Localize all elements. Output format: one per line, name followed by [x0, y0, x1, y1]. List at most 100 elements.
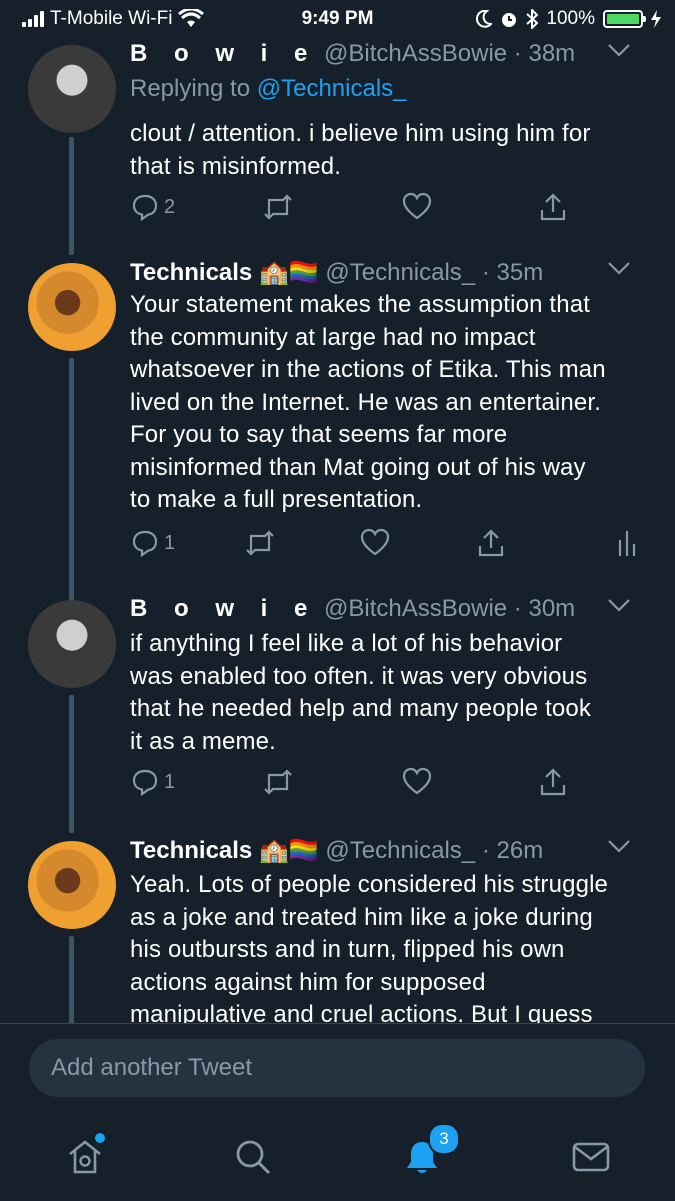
tweet-text-line: clout / attention. i believe him using h…	[130, 120, 591, 147]
share-button[interactable]	[476, 528, 506, 558]
share-button[interactable]	[538, 192, 568, 222]
tweet-time: 35m	[496, 259, 544, 286]
user-handle[interactable]: @Technicals_	[325, 837, 475, 864]
retweet-button[interactable]	[262, 192, 294, 222]
tweet-text-line: For you to say that seems far more	[130, 421, 508, 448]
analytics-icon	[618, 531, 636, 556]
tweet-time: 26m	[496, 837, 544, 864]
avatar[interactable]	[28, 841, 116, 929]
reply-count: 1	[164, 770, 176, 793]
search-icon	[236, 1140, 271, 1175]
thread-timeline[interactable]: B o w i e @BitchAssBowie · 38m Replying …	[0, 40, 675, 1023]
status-bar: T-Mobile Wi-Fi 9:49 PM 100%	[0, 0, 675, 40]
home-icon	[69, 1140, 101, 1174]
share-icon	[478, 529, 504, 557]
share-icon	[540, 193, 566, 221]
add-tweet-input[interactable]: Add another Tweet	[29, 1039, 645, 1097]
replying-to: Replying to @Technicals_	[130, 75, 407, 103]
tweet-text-line: his outbursts and in turn, flipped his o…	[130, 936, 565, 963]
thread-line	[69, 137, 74, 255]
tweet-text-line: that is misinformed.	[130, 152, 342, 180]
avatar[interactable]	[28, 45, 116, 133]
tab-bar: 3	[0, 1123, 675, 1189]
reply-icon	[132, 194, 158, 222]
tab-messages[interactable]	[563, 1129, 619, 1185]
tweet-text-line: it as a meme.	[130, 727, 276, 755]
user-handle[interactable]: @BitchAssBowie	[324, 595, 507, 622]
display-name[interactable]: Technicals	[130, 837, 252, 864]
replying-to-label: Replying to	[130, 75, 257, 102]
display-name[interactable]: B o w i e	[130, 40, 317, 67]
tab-notifications[interactable]: 3	[394, 1123, 460, 1185]
retweet-icon	[264, 194, 292, 220]
retweet-icon	[246, 530, 274, 556]
heart-icon	[402, 767, 432, 795]
thread-line	[69, 358, 74, 603]
charging-icon	[651, 10, 661, 28]
bluetooth-icon	[526, 9, 539, 29]
tweet-text: clout / attention. i believe him using h…	[130, 118, 660, 183]
avatar[interactable]	[28, 263, 116, 351]
tweet-text-line: misinformed than Mat going out of his wa…	[130, 453, 586, 481]
retweet-button[interactable]	[244, 528, 276, 558]
like-button[interactable]	[360, 528, 390, 556]
chevron-down-icon[interactable]	[607, 260, 631, 276]
tweet-text: Yeah. Lots of people considered his stru…	[130, 869, 660, 1023]
chevron-down-icon[interactable]	[607, 597, 631, 613]
battery-percent: 100%	[546, 8, 595, 29]
like-button[interactable]	[402, 192, 432, 220]
tab-search[interactable]	[225, 1129, 281, 1185]
reply-button[interactable]: 2	[130, 192, 175, 222]
user-handle[interactable]: @BitchAssBowie	[324, 40, 507, 67]
tweet-actions: 1	[130, 767, 650, 801]
share-button[interactable]	[538, 767, 568, 797]
tweet-text-line: Yeah. Lots of people considered his stru…	[130, 871, 609, 898]
bottom-panel: Add another Tweet 3	[0, 1023, 675, 1201]
reply-count: 1	[164, 531, 176, 554]
retweet-button[interactable]	[262, 767, 294, 797]
mail-icon	[572, 1142, 610, 1172]
heart-icon	[402, 192, 432, 220]
avatar[interactable]	[28, 600, 116, 688]
tweet-text: if anything I feel like a lot of his beh…	[130, 628, 660, 758]
tweet-text-line: was enabled too often. it was very obvio…	[130, 662, 588, 690]
share-icon	[540, 768, 566, 796]
display-name[interactable]: B o w i e	[130, 595, 317, 622]
reply-icon	[132, 769, 158, 797]
tweet-text-line: if anything I feel like a lot of his beh…	[130, 630, 563, 657]
tweet-time: 38m	[528, 40, 576, 67]
reply-icon	[132, 530, 158, 558]
reply-count: 2	[164, 195, 176, 218]
like-button[interactable]	[402, 767, 432, 795]
thread-line	[69, 695, 74, 833]
chevron-down-icon[interactable]	[607, 838, 631, 854]
user-handle[interactable]: @Technicals_	[325, 259, 475, 286]
tweet-text: Your statement makes the assumption that…	[130, 289, 660, 517]
tweet[interactable]: Technicals 🏫🏳️‍🌈 @Technicals_ · 35m Your…	[0, 258, 675, 603]
tweet-text-line: as a joke and treated him like a joke du…	[130, 903, 593, 931]
separator-dot: ·	[513, 40, 522, 67]
separator-dot: ·	[513, 595, 522, 622]
tweet-text-line: that he needed help and many people took	[130, 695, 592, 722]
tweet[interactable]: B o w i e @BitchAssBowie · 38m Replying …	[0, 40, 675, 255]
thread-line	[69, 936, 74, 1023]
reply-button[interactable]: 1	[130, 767, 175, 797]
chevron-down-icon[interactable]	[607, 42, 631, 58]
tweet-text-line: lived on the Internet. He was an enterta…	[130, 388, 602, 416]
analytics-button[interactable]	[616, 528, 640, 558]
reply-button[interactable]: 1	[130, 528, 175, 558]
reply-to-link[interactable]: @Technicals_	[257, 75, 407, 102]
tweet-text-line: the community at large had no impact	[130, 323, 536, 351]
tweet-text-line: to make a full presentation.	[130, 486, 423, 513]
tweet-text-line: Your statement makes the assumption that	[130, 291, 591, 318]
notifications-badge: 3	[428, 1123, 460, 1155]
tweet[interactable]: B o w i e @BitchAssBowie · 30m if anythi…	[0, 595, 675, 833]
new-content-dot	[95, 1133, 105, 1143]
display-name[interactable]: Technicals	[130, 259, 252, 286]
tweet[interactable]: Technicals 🏫🏳️‍🌈 @Technicals_ · 26m Yeah…	[0, 836, 675, 1023]
tweet-actions: 2	[130, 192, 650, 226]
retweet-icon	[264, 769, 292, 795]
name-emoji: 🏫🏳️‍🌈	[258, 837, 319, 864]
tweet-text-line: manipulative and cruel actions. But I gu…	[130, 1001, 593, 1023]
tab-home[interactable]	[57, 1129, 113, 1185]
